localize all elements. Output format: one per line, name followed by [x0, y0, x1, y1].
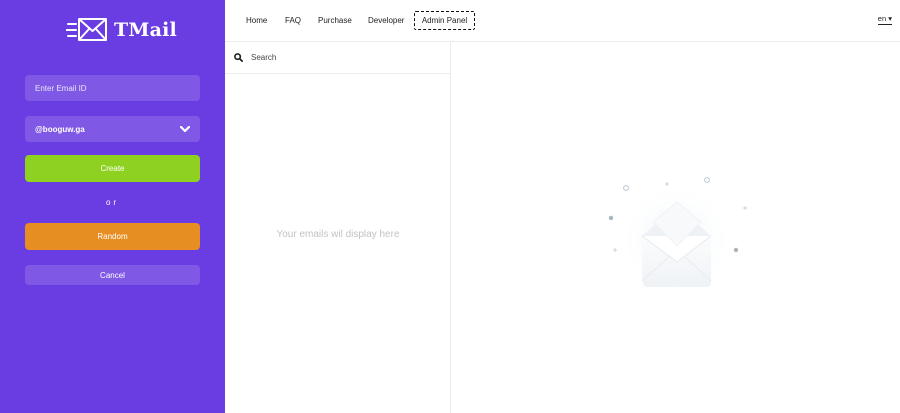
empty-inbox-message: Your emails wil display here [276, 229, 400, 240]
search-icon [234, 53, 243, 62]
nav-purchase[interactable]: Purchase [318, 16, 352, 25]
top-nav: Home FAQ Purchase Developer Admin Panel … [225, 0, 900, 42]
create-button[interactable]: Create [25, 155, 200, 182]
domain-selected-value: @booguw.ga [35, 124, 85, 134]
language-value: en [877, 14, 887, 23]
random-button[interactable]: Random [25, 223, 200, 250]
chevron-down-icon [180, 125, 190, 132]
nav-home[interactable]: Home [246, 16, 267, 25]
brand-name: TMail [114, 19, 177, 41]
nav-faq[interactable]: FAQ [285, 16, 301, 25]
nav-admin-panel[interactable]: Admin Panel [414, 11, 475, 30]
flying-envelope-icon [66, 18, 107, 41]
sidebar: TMail @booguw.ga Create or Random Cancel [0, 0, 225, 413]
open-envelope-icon [608, 177, 747, 298]
nav-developer[interactable]: Developer [368, 16, 404, 25]
search-input[interactable] [251, 53, 431, 62]
caret-down-icon: ▾ [888, 14, 892, 23]
search-bar [225, 42, 451, 74]
email-viewer [451, 42, 900, 413]
logo[interactable]: TMail [66, 15, 177, 45]
cancel-button[interactable]: Cancel [25, 265, 200, 285]
email-list-panel: Your emails wil display here [225, 42, 451, 413]
language-select[interactable]: en ▾ [877, 14, 892, 25]
or-divider-text: or [105, 198, 120, 207]
email-id-input[interactable] [25, 75, 200, 101]
domain-select[interactable]: @booguw.ga [25, 116, 200, 142]
